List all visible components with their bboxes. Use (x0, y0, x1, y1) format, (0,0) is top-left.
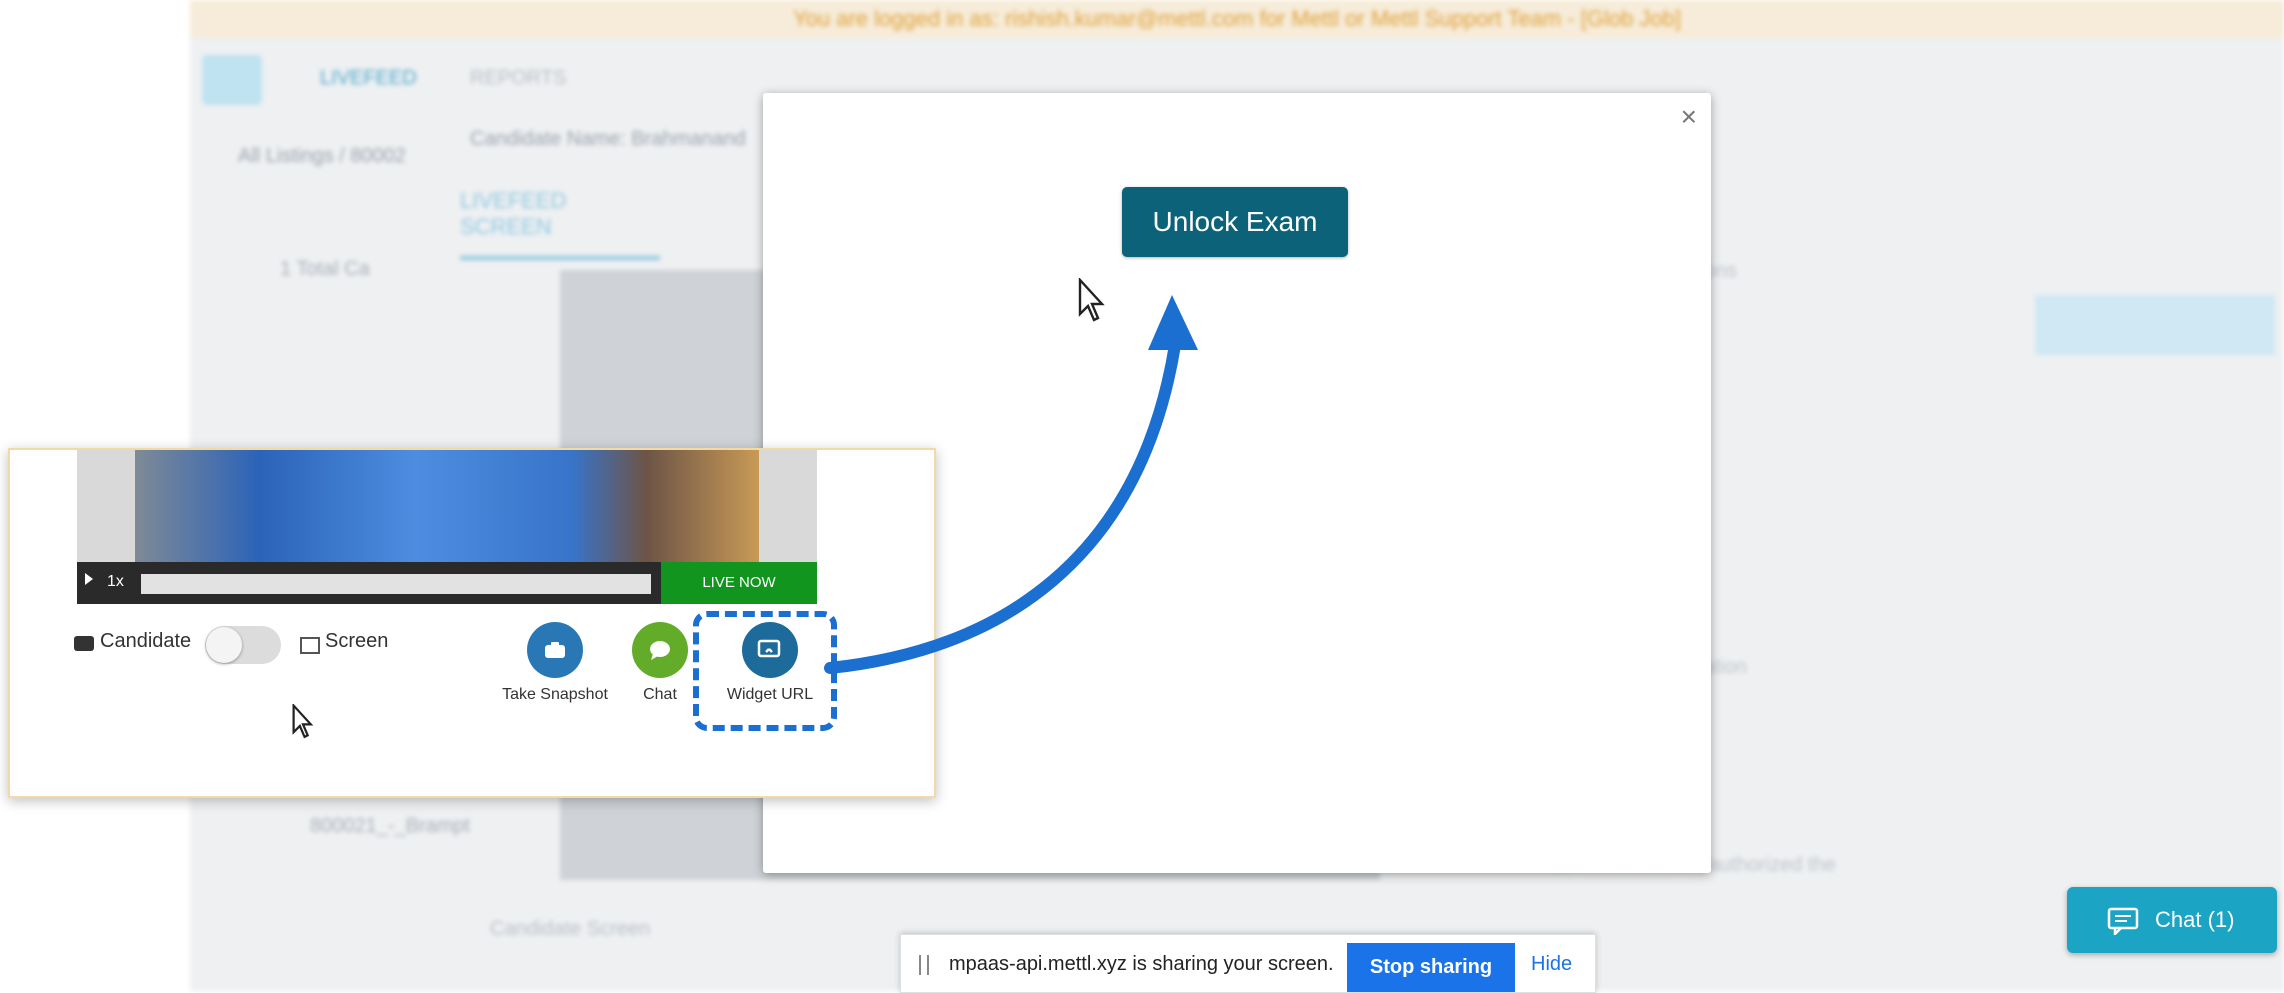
video-letterbox-left (77, 450, 135, 562)
background-candidate-toggle-row: Candidate Screen (490, 918, 651, 940)
chat-widget-label: Chat (1) (2155, 907, 2235, 932)
video-progress-bar[interactable] (141, 574, 651, 594)
camera-icon (74, 636, 94, 651)
chat-icon (2107, 907, 2139, 935)
stop-sharing-button[interactable]: Stop sharing (1347, 943, 1515, 992)
chat-widget-button[interactable]: Chat (1) (2067, 887, 2277, 953)
nav-reports[interactable]: REPORTS (470, 67, 566, 90)
mettl-logo (202, 55, 262, 105)
total-candidates: 1 Total Ca (280, 258, 370, 280)
candidate-name: Candidate Name: Brahmanand (470, 128, 746, 150)
screen-icon (300, 637, 320, 654)
nav-livefeed[interactable]: LIVEFEED (320, 67, 417, 90)
proctor-controls-inset: 1x LIVE NOW Candidate Screen Take Snapsh… (8, 448, 936, 798)
unlock-exam-button[interactable]: Unlock Exam (1122, 187, 1348, 257)
candidate-screen-toggle[interactable] (205, 626, 281, 664)
take-snapshot-label: Take Snapshot (502, 686, 608, 703)
take-snapshot-button[interactable]: Take Snapshot (485, 622, 625, 704)
widget-url-highlight (693, 611, 837, 731)
breadcrumb: All Listings / 80002 (238, 145, 406, 167)
video-controls: 1x (77, 562, 661, 604)
candidate-view-label: Candidate (100, 630, 192, 652)
live-now-button[interactable]: LIVE NOW (661, 562, 817, 604)
mouse-cursor-icon (292, 704, 314, 739)
close-icon[interactable]: × (1681, 101, 1697, 133)
chat-action-label: Chat (643, 686, 677, 703)
hide-button[interactable]: Hide (1531, 953, 1572, 976)
chat-bubble-icon (632, 622, 688, 678)
camera-snapshot-icon (527, 622, 583, 678)
background-action-button[interactable] (2035, 295, 2275, 355)
login-banner: You are logged in as: rishish.kumar@mett… (190, 0, 2284, 38)
screen-share-bar: mpaas-api.mettl.xyz is sharing your scre… (900, 934, 1596, 993)
candidate-video-feed (135, 450, 759, 562)
mouse-cursor-icon (1078, 278, 1105, 322)
chat-action-button[interactable]: Chat (630, 622, 690, 704)
drag-handle-icon[interactable] (919, 955, 929, 975)
candidate-list-item[interactable]: 800021_-_Brampt (310, 815, 470, 838)
play-icon[interactable] (85, 573, 93, 585)
screen-view-label: Screen (325, 630, 389, 652)
video-letterbox-right (759, 450, 817, 562)
playback-speed[interactable]: 1x (107, 573, 124, 591)
toggle-knob (206, 627, 242, 663)
tab-livefeed-screen[interactable]: LIVEFEED SCREEN (460, 188, 660, 260)
share-status-text: mpaas-api.mettl.xyz is sharing your scre… (949, 953, 1334, 975)
